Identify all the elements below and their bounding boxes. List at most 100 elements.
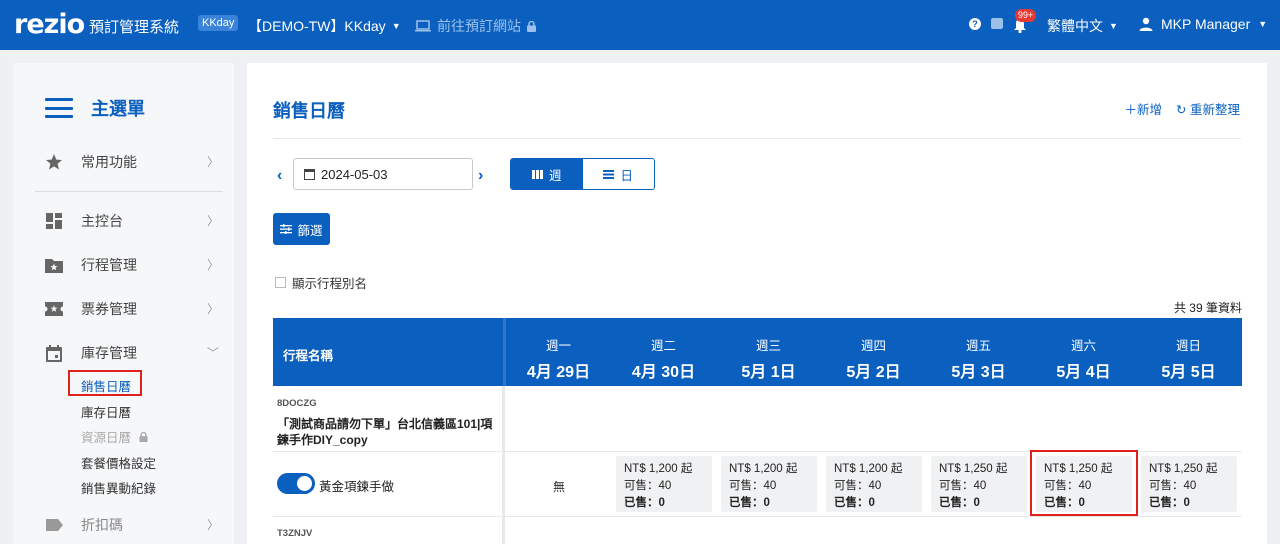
main-menu-header[interactable]: 主選單 xyxy=(45,95,145,121)
availability-cell[interactable]: NT$ 1,200 起 可售：40 已售：0 xyxy=(721,456,817,512)
refresh-label: 重新整理 xyxy=(1189,103,1240,117)
calendar-table-header: 行程名稱 週一 4月 29日 週二 4月 30日 週三 5月 1日 週四 5月 2日 週… xyxy=(273,318,1242,386)
date-label: 5月 1日 xyxy=(741,364,796,381)
cell-sold: 已售：0 xyxy=(729,497,770,509)
system-title: 預訂管理系統 xyxy=(89,19,180,36)
date-label: 5月 2日 xyxy=(846,364,901,381)
cell-available: 可售：40 xyxy=(729,480,777,492)
chevron-right-icon: 〉 xyxy=(206,214,219,228)
tag-icon xyxy=(45,516,63,534)
sidebar-item-label: 行程管理 xyxy=(81,257,137,273)
sidebar-sub-sales-log[interactable]: 銷售異動紀錄 xyxy=(81,478,156,497)
sidebar-item-label: 主控台 xyxy=(81,213,123,229)
cell-price: NT$ 1,200 起 xyxy=(729,463,798,475)
day-header: 週二 4月 30日 xyxy=(611,318,716,386)
language-label: 繁體中文 xyxy=(1047,18,1103,34)
cell-available: 可售：40 xyxy=(939,480,987,492)
name-column-divider xyxy=(502,386,505,544)
cell-price: NT$ 1,200 起 xyxy=(834,463,903,475)
caret-down-icon: ▼ xyxy=(391,21,401,31)
tenant-selector[interactable]: 【DEMO-TW】KKday ▼ xyxy=(248,16,401,36)
chevron-right-icon: 〉 xyxy=(206,518,219,532)
message-icon[interactable] xyxy=(991,18,1003,29)
add-button[interactable]: ＋新增 xyxy=(1125,99,1163,118)
sidebar-item-favorites[interactable]: 常用功能 〉 xyxy=(45,150,223,174)
dashboard-icon xyxy=(45,212,63,230)
product-code: 8DOCZG xyxy=(277,398,317,409)
highlight-box xyxy=(1030,450,1138,516)
star-icon xyxy=(45,153,63,171)
main-menu-title: 主選單 xyxy=(91,99,145,119)
cell-price: NT$ 1,200 起 xyxy=(624,463,693,475)
availability-cell[interactable]: NT$ 1,250 起 可售：40 已售：0 xyxy=(931,456,1027,512)
add-label: 新增 xyxy=(1137,103,1163,117)
availability-cell[interactable]: NT$ 1,250 起 可售：40 已售：0 xyxy=(1141,456,1237,512)
sidebar-item-discount[interactable]: 折扣碼 〉 xyxy=(45,513,223,537)
rezio-logo[interactable]: rezio xyxy=(14,9,85,40)
chevron-right-icon: 〉 xyxy=(206,302,219,316)
tenant-name: 【DEMO-TW】KKday xyxy=(248,18,386,34)
laptop-icon xyxy=(415,20,431,32)
week-view-button[interactable]: 週 xyxy=(511,159,583,189)
sidebar: 主選單 常用功能 〉 主控台 〉 行程管理 〉 票券管理 〉 庫存管理 〉 銷售… xyxy=(13,63,234,544)
weekday-label: 週四 xyxy=(860,339,886,353)
product-name[interactable]: 「測試商品請勿下單」台北信義區101|項鍊手作DIY_copy xyxy=(277,416,497,448)
cell-sold: 已售：0 xyxy=(939,497,980,509)
refresh-button[interactable]: ↻ 重新整理 xyxy=(1176,99,1240,118)
cell-available: 可售：40 xyxy=(624,480,672,492)
help-icon[interactable]: ? xyxy=(969,18,981,30)
weekday-label: 週二 xyxy=(650,339,676,353)
cell-price: NT$ 1,250 起 xyxy=(1149,463,1218,475)
date-label: 4月 30日 xyxy=(631,364,696,381)
package-name: 黃金項鍊手做 xyxy=(319,480,395,494)
sidebar-sub-stock-calendar[interactable]: 庫存日曆 xyxy=(81,402,131,421)
user-icon xyxy=(1139,17,1153,31)
sidebar-item-tours[interactable]: 行程管理 〉 xyxy=(45,253,223,277)
day-header: 週三 5月 1日 xyxy=(716,318,821,386)
package-toggle[interactable] xyxy=(277,473,315,494)
top-bar: rezio 預訂管理系統 KKday 【DEMO-TW】KKday ▼ 前往預訂… xyxy=(0,0,1280,50)
hamburger-icon xyxy=(45,98,73,118)
availability-cell[interactable]: NT$ 1,200 起 可售：40 已售：0 xyxy=(826,456,922,512)
cell-sold: 已售：0 xyxy=(834,497,875,509)
week-view-icon xyxy=(531,169,543,179)
sidebar-sub-package-price[interactable]: 套餐價格設定 xyxy=(81,453,156,472)
page-actions: ＋新增 ↻ 重新整理 xyxy=(1125,99,1241,118)
sidebar-sub-label: 資源日曆 xyxy=(81,431,132,445)
day-header: 週日 5月 5日 xyxy=(1136,318,1241,386)
sidebar-item-tickets[interactable]: 票券管理 〉 xyxy=(45,297,223,321)
day-view-button[interactable]: 日 xyxy=(582,159,654,189)
date-picker[interactable]: 2024-05-03 xyxy=(293,158,473,190)
lock-icon xyxy=(527,20,536,32)
chevron-down-icon: 〉 xyxy=(205,346,220,359)
highlight-box xyxy=(68,370,142,396)
date-label: 5月 3日 xyxy=(951,364,1006,381)
notification-bell[interactable]: 99+ xyxy=(1012,9,1037,34)
sidebar-item-dashboard[interactable]: 主控台 〉 xyxy=(45,209,223,233)
prev-date-button[interactable]: ‹ xyxy=(277,167,282,185)
sidebar-item-label: 庫存管理 xyxy=(81,345,137,361)
week-label: 週 xyxy=(548,168,562,183)
total-count: 共 39 筆資料 xyxy=(1173,301,1242,315)
weekday-label: 週日 xyxy=(1175,339,1201,353)
user-menu[interactable]: MKP Manager ▼ xyxy=(1139,16,1267,32)
product-code: T3ZNJV xyxy=(277,528,313,539)
next-date-button[interactable]: › xyxy=(478,167,483,185)
day-view-icon xyxy=(603,169,615,179)
cell-available: 可售：40 xyxy=(1149,480,1197,492)
view-toggle: 週 日 xyxy=(510,158,655,190)
language-selector[interactable]: 繁體中文 ▼ xyxy=(1047,16,1118,36)
plus-icon: ＋ xyxy=(1124,103,1138,117)
show-alias-label: 顯示行程別名 xyxy=(292,277,368,291)
sidebar-item-inventory[interactable]: 庫存管理 〉 xyxy=(45,341,223,365)
availability-cell[interactable]: NT$ 1,200 起 可售：40 已售：0 xyxy=(616,456,712,512)
no-availability: 無 xyxy=(553,480,566,494)
day-header: 週六 5月 4日 xyxy=(1031,318,1136,386)
day-header: 週五 5月 3日 xyxy=(926,318,1031,386)
goto-booking-site-link[interactable]: 前往預訂網站 xyxy=(415,16,536,36)
date-label: 4月 29日 xyxy=(526,364,591,381)
weekday-label: 週一 xyxy=(545,339,571,353)
filter-button[interactable]: 篩選 xyxy=(273,213,330,245)
show-alias-checkbox[interactable] xyxy=(275,277,286,288)
toggle-knob xyxy=(297,476,312,491)
